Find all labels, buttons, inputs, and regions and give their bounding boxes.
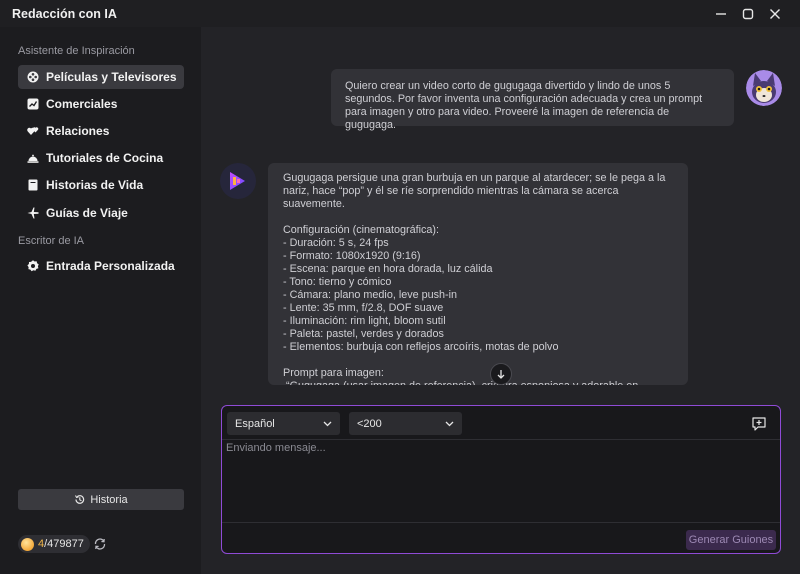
gear-icon xyxy=(27,260,39,272)
ai-avatar xyxy=(220,163,256,199)
history-clock-icon xyxy=(74,494,85,505)
trend-chart-icon xyxy=(27,98,39,110)
sidebar-item-label: Historias de Vida xyxy=(46,178,144,192)
book-icon xyxy=(27,179,39,191)
coin-icon xyxy=(21,537,34,551)
credits-total: /479877 xyxy=(44,538,84,550)
section-label-inspiration: Asistente de Inspiración xyxy=(18,45,135,57)
arrow-down-icon xyxy=(497,370,505,379)
close-icon xyxy=(770,8,780,19)
generate-scripts-button[interactable]: Generar Guiones xyxy=(686,530,776,550)
composer-divider xyxy=(222,439,780,440)
cloche-icon xyxy=(27,152,39,164)
maximize-button[interactable] xyxy=(733,0,763,27)
ai-logo-icon xyxy=(230,172,245,190)
sidebar-item-label: Entrada Personalizada xyxy=(46,259,175,273)
history-button[interactable]: Historia xyxy=(18,489,184,510)
sidebar-item-label: Guías de Viaje xyxy=(46,206,128,220)
sidebar-item-label: Relaciones xyxy=(46,124,110,138)
title-bar: Redacción con IA xyxy=(0,0,800,27)
add-chat-icon xyxy=(752,417,766,431)
length-value: <200 xyxy=(357,417,382,430)
message-composer: Español <200 Generar Guiones xyxy=(221,405,781,554)
sidebar-item-travel[interactable]: Guías de Viaje xyxy=(18,201,184,225)
language-value: Español xyxy=(235,417,275,430)
chevron-down-icon xyxy=(323,421,332,426)
chat-area: Quiero crear un video corto de gugugaga … xyxy=(201,27,800,574)
sidebar-item-label: Comerciales xyxy=(46,97,118,111)
airplane-icon xyxy=(27,207,39,219)
sidebar: Asistente de Inspiración Películas y Tel… xyxy=(0,27,201,574)
length-select[interactable]: <200 xyxy=(349,412,462,435)
section-label-ai-writer: Escritor de IA xyxy=(18,235,85,247)
close-button[interactable] xyxy=(760,0,790,27)
composer-divider xyxy=(222,522,780,523)
message-input[interactable] xyxy=(226,442,776,522)
sidebar-item-movies[interactable]: Películas y Televisores xyxy=(18,65,184,89)
minimize-button[interactable] xyxy=(706,0,736,27)
user-message: Quiero crear un video corto de gugugaga … xyxy=(331,69,734,131)
sidebar-item-relationships[interactable]: Relaciones xyxy=(18,119,184,143)
sidebar-item-label: Películas y Televisores xyxy=(46,70,177,84)
hearts-icon xyxy=(27,125,39,137)
film-reel-icon xyxy=(27,71,39,83)
window-title: Redacción con IA xyxy=(12,7,117,21)
new-chat-button[interactable] xyxy=(749,414,769,434)
scroll-down-button[interactable] xyxy=(490,363,512,385)
refresh-icon[interactable] xyxy=(93,537,107,551)
sidebar-item-custom-input[interactable]: Entrada Personalizada xyxy=(18,254,184,278)
chevron-down-icon xyxy=(445,421,454,426)
history-label: Historia xyxy=(90,493,128,506)
maximize-icon xyxy=(742,8,754,19)
user-avatar xyxy=(746,70,782,106)
credits-badge: 4 /479877 xyxy=(18,535,90,553)
ai-message: Gugugaga persigue una gran burbuja en un… xyxy=(268,163,688,385)
sidebar-item-commercials[interactable]: Comerciales xyxy=(18,92,184,116)
sidebar-item-life-stories[interactable]: Historias de Vida xyxy=(18,173,184,197)
sidebar-item-cooking[interactable]: Tutoriales de Cocina xyxy=(18,146,184,170)
sidebar-item-label: Tutoriales de Cocina xyxy=(46,151,164,165)
minimize-icon xyxy=(716,12,726,15)
language-select[interactable]: Español xyxy=(227,412,340,435)
